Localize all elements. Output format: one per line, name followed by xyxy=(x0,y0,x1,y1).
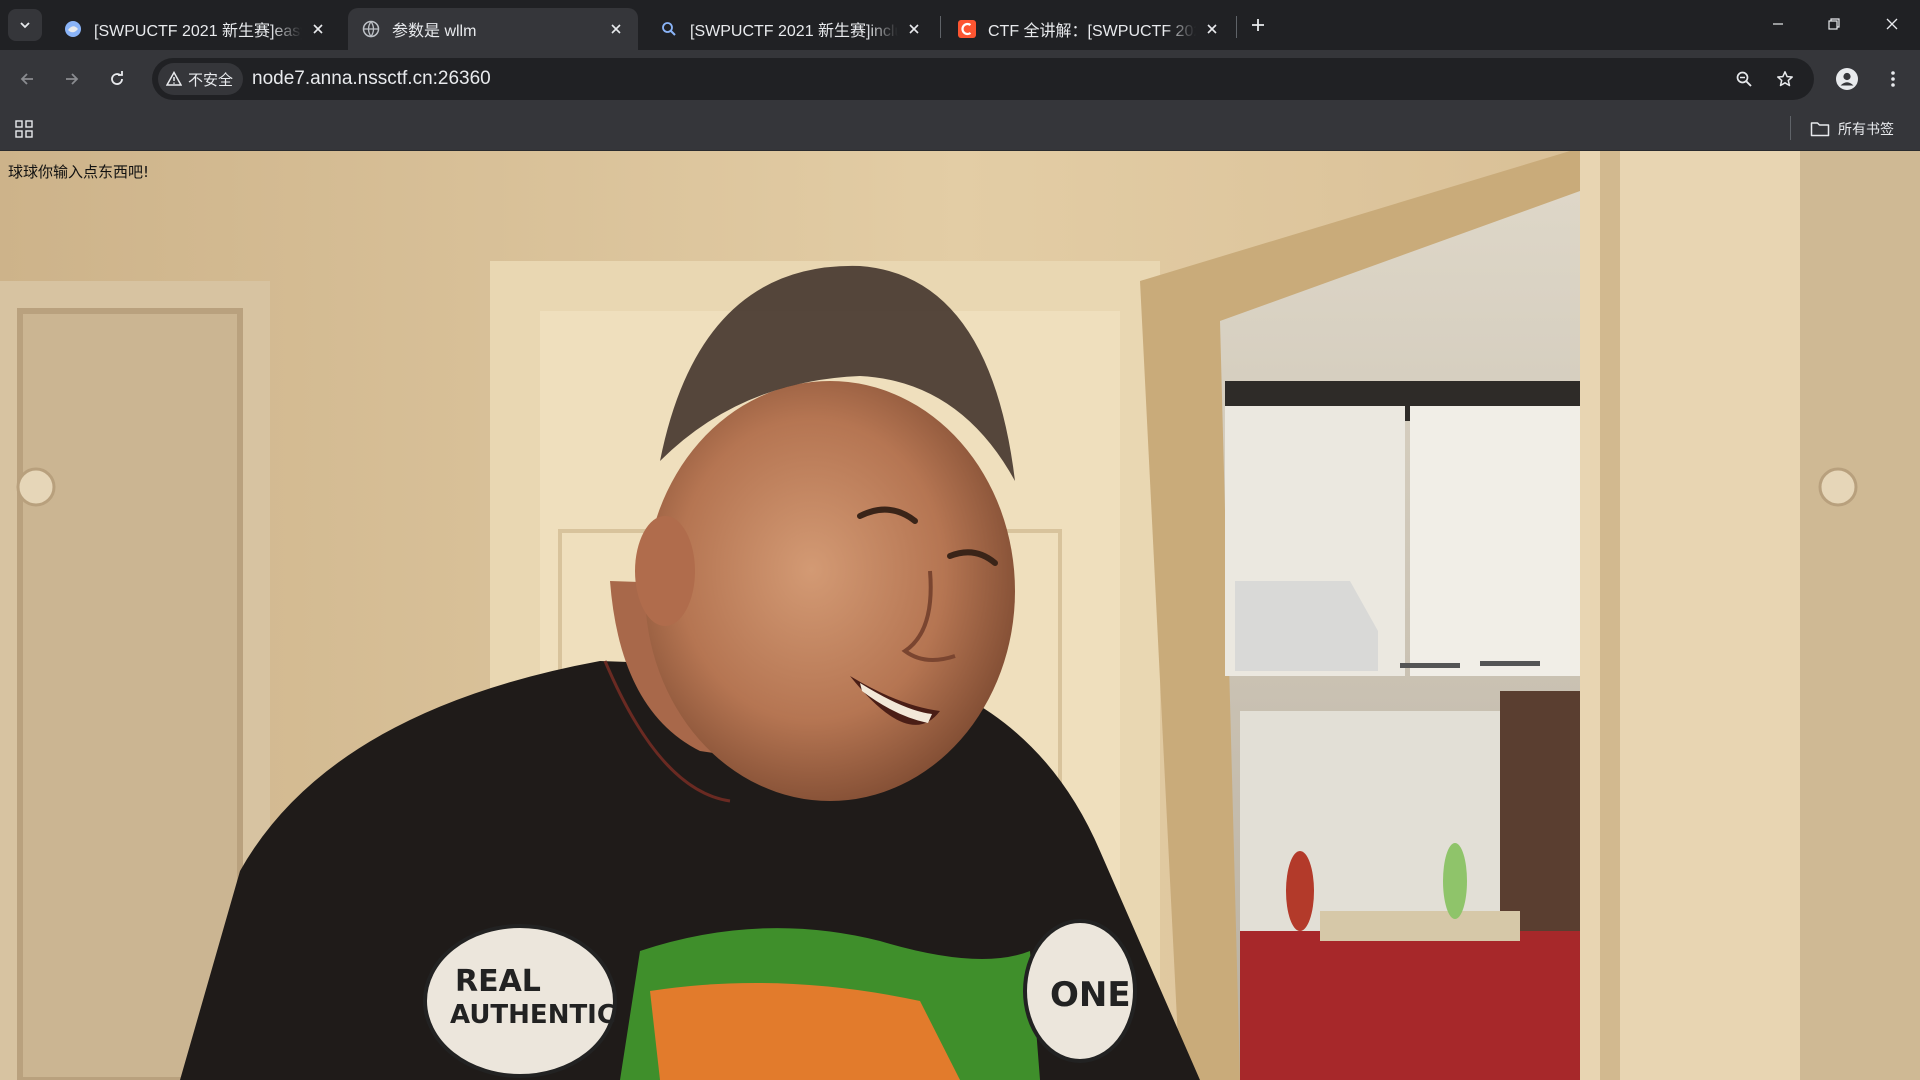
bookmarks-bar: 所有书签 xyxy=(0,108,1920,151)
minimize-icon xyxy=(1773,23,1783,25)
all-bookmarks-label: 所有书签 xyxy=(1838,121,1894,137)
browser-toolbar: 不安全 node7.anna.nssctf.cn:26360 xyxy=(0,50,1920,108)
url-text[interactable]: node7.anna.nssctf.cn:26360 xyxy=(252,58,491,100)
close-icon xyxy=(1886,18,1898,30)
more-vert-icon xyxy=(1891,71,1895,87)
profile-icon xyxy=(1836,68,1858,90)
close-icon[interactable] xyxy=(606,19,626,39)
tab-search-button[interactable] xyxy=(8,9,42,41)
browser-menu-button[interactable] xyxy=(1876,62,1910,96)
security-chip[interactable]: 不安全 xyxy=(158,63,244,95)
tab-strip: [SWPUCTF 2021 新生赛]easy_ 参数是 wllm [SWPUCT… xyxy=(0,0,1920,50)
close-icon[interactable] xyxy=(1202,19,1222,39)
tab-csdn[interactable]: CTF 全讲解：[SWPUCTF 2021 xyxy=(944,8,1234,50)
security-label: 不安全 xyxy=(188,71,234,89)
profile-button[interactable] xyxy=(1830,62,1864,96)
warning-icon xyxy=(166,71,182,86)
apps-grid-icon xyxy=(15,120,33,138)
tab-title: CTF 全讲解：[SWPUCTF 2021 xyxy=(988,23,1196,40)
tab-title: 参数是 wllm xyxy=(392,23,477,40)
folder-icon xyxy=(1810,122,1830,137)
tab-title: [SWPUCTF 2021 新生赛]easy_ xyxy=(94,23,302,40)
tab-wllm[interactable]: 参数是 wllm xyxy=(348,8,638,50)
close-icon[interactable] xyxy=(904,19,924,39)
bookmark-star-button[interactable] xyxy=(1769,63,1801,95)
plus-icon xyxy=(1252,19,1264,31)
browser-window: [SWPUCTF 2021 新生赛]easy_ 参数是 wllm [SWPUCT… xyxy=(0,0,1920,1080)
apps-button[interactable] xyxy=(10,116,38,142)
zoom-button[interactable] xyxy=(1728,63,1760,95)
forward-button[interactable] xyxy=(55,62,89,96)
search-icon xyxy=(660,20,678,38)
tab-separator xyxy=(940,16,941,38)
svg-text:ONE: ONE xyxy=(1050,975,1131,1015)
star-icon xyxy=(1777,71,1793,87)
reload-icon xyxy=(111,71,123,85)
zoom-icon xyxy=(1736,71,1752,87)
close-window-button[interactable] xyxy=(1872,8,1912,40)
chevron-down-icon xyxy=(20,22,30,29)
tab-easy[interactable]: [SWPUCTF 2021 新生赛]easy_ xyxy=(50,8,340,50)
all-bookmarks-button[interactable]: 所有书签 xyxy=(1810,114,1894,144)
page-viewport: 球球你输入点东西吧! REAL AUTHENTIC ONE xyxy=(0,151,1920,1080)
back-button[interactable] xyxy=(10,62,44,96)
svg-text:AUTHENTIC: AUTHENTIC xyxy=(450,1000,616,1030)
minimize-button[interactable] xyxy=(1758,8,1798,40)
bookmarks-separator xyxy=(1790,116,1791,140)
tab-include[interactable]: [SWPUCTF 2021 新生赛]include xyxy=(646,8,936,50)
background-photo: REAL AUTHENTIC ONE xyxy=(0,151,1920,1080)
restore-button[interactable] xyxy=(1814,8,1854,40)
reload-button[interactable] xyxy=(100,62,134,96)
globe-icon xyxy=(362,20,380,38)
page-message: 球球你输入点东西吧! xyxy=(8,163,150,181)
csdn-c-icon xyxy=(958,20,976,38)
arrow-left-icon xyxy=(20,73,33,85)
new-tab-button[interactable] xyxy=(1244,11,1272,39)
svg-text:REAL: REAL xyxy=(455,964,541,999)
tab-separator xyxy=(1236,16,1237,38)
restore-icon xyxy=(1828,18,1840,30)
address-bar[interactable]: 不安全 node7.anna.nssctf.cn:26360 xyxy=(152,58,1814,100)
nssctf-icon xyxy=(64,20,82,38)
tab-title: [SWPUCTF 2021 新生赛]include xyxy=(690,23,898,40)
arrow-right-icon xyxy=(66,73,79,85)
close-icon[interactable] xyxy=(308,19,328,39)
